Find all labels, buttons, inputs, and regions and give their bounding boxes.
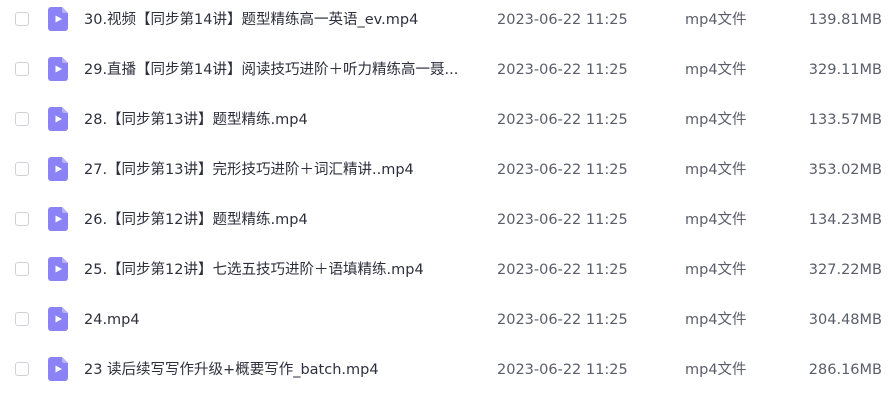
file-row[interactable]: 28.【同步第13讲】题型精练.mp4 2023-06-22 11:25 mp4文件… [0,97,890,147]
video-file-icon [48,307,68,331]
file-name[interactable]: 27.【同步第13讲】完形技巧进阶＋词汇精讲..mp4 [84,160,479,180]
video-file-icon [48,207,68,231]
file-size: 327.22MB [808,262,882,278]
file-name[interactable]: 28.【同步第13讲】题型精练.mp4 [84,110,479,130]
file-size: 133.57MB [808,112,882,128]
file-row[interactable]: 24.mp4 2023-06-22 11:25 mp4文件 304.48MB [0,297,890,347]
file-row[interactable]: 23 读后续写写作升级+概要写作_batch.mp4 2023-06-22 11:… [0,347,890,397]
row-checkbox[interactable] [15,362,29,376]
row-checkbox[interactable] [15,312,29,326]
file-name[interactable]: 24.mp4 [84,310,479,330]
file-date: 2023-06-22 11:25 [497,62,628,78]
row-checkbox[interactable] [15,212,29,226]
video-file-icon [48,257,68,281]
file-row[interactable]: 29.直播【同步第14讲】阅读技巧进阶＋听力精练高一聂... 2023-06-22… [0,47,890,97]
video-file-icon [48,157,68,181]
file-row[interactable]: 30.视频【同步第14讲】题型精练高一英语_ev.mp4 2023-06-22 1… [0,0,890,47]
video-file-icon [48,7,68,31]
file-size: 329.11MB [808,62,882,78]
file-type: mp4文件 [685,312,747,328]
file-row[interactable]: 25.【同步第12讲】七选五技巧进阶＋语填精练.mp4 2023-06-22 11… [0,247,890,297]
row-checkbox[interactable] [15,62,29,76]
file-name[interactable]: 26.【同步第12讲】题型精练.mp4 [84,210,479,230]
file-list: 30.视频【同步第14讲】题型精练高一英语_ev.mp4 2023-06-22 1… [0,0,890,386]
video-file-icon [48,357,68,381]
file-type: mp4文件 [685,362,747,378]
file-size: 139.81MB [808,12,882,28]
file-size: 353.02MB [808,162,882,178]
file-date: 2023-06-22 11:25 [497,312,628,328]
file-row[interactable]: 26.【同步第12讲】题型精练.mp4 2023-06-22 11:25 mp4文件… [0,197,890,247]
file-date: 2023-06-22 11:25 [497,362,628,378]
file-date: 2023-06-22 11:25 [497,12,628,28]
file-size: 286.16MB [808,362,882,378]
file-type: mp4文件 [685,62,747,78]
file-date: 2023-06-22 11:25 [497,162,628,178]
file-name[interactable]: 23 读后续写写作升级+概要写作_batch.mp4 [84,360,479,380]
file-type: mp4文件 [685,162,747,178]
file-name[interactable]: 29.直播【同步第14讲】阅读技巧进阶＋听力精练高一聂... [84,60,479,80]
video-file-icon [48,107,68,131]
file-date: 2023-06-22 11:25 [497,212,628,228]
row-checkbox[interactable] [15,112,29,126]
file-type: mp4文件 [685,12,747,28]
file-name[interactable]: 30.视频【同步第14讲】题型精练高一英语_ev.mp4 [84,10,479,30]
file-size: 304.48MB [808,312,882,328]
file-type: mp4文件 [685,112,747,128]
file-row[interactable]: 27.【同步第13讲】完形技巧进阶＋词汇精讲..mp4 2023-06-22 11… [0,147,890,197]
file-name[interactable]: 25.【同步第12讲】七选五技巧进阶＋语填精练.mp4 [84,260,479,280]
file-date: 2023-06-22 11:25 [497,112,628,128]
row-checkbox[interactable] [15,12,29,26]
video-file-icon [48,57,68,81]
file-size: 134.23MB [808,212,882,228]
row-checkbox[interactable] [15,262,29,276]
row-checkbox[interactable] [15,162,29,176]
file-date: 2023-06-22 11:25 [497,262,628,278]
file-type: mp4文件 [685,262,747,278]
file-type: mp4文件 [685,212,747,228]
